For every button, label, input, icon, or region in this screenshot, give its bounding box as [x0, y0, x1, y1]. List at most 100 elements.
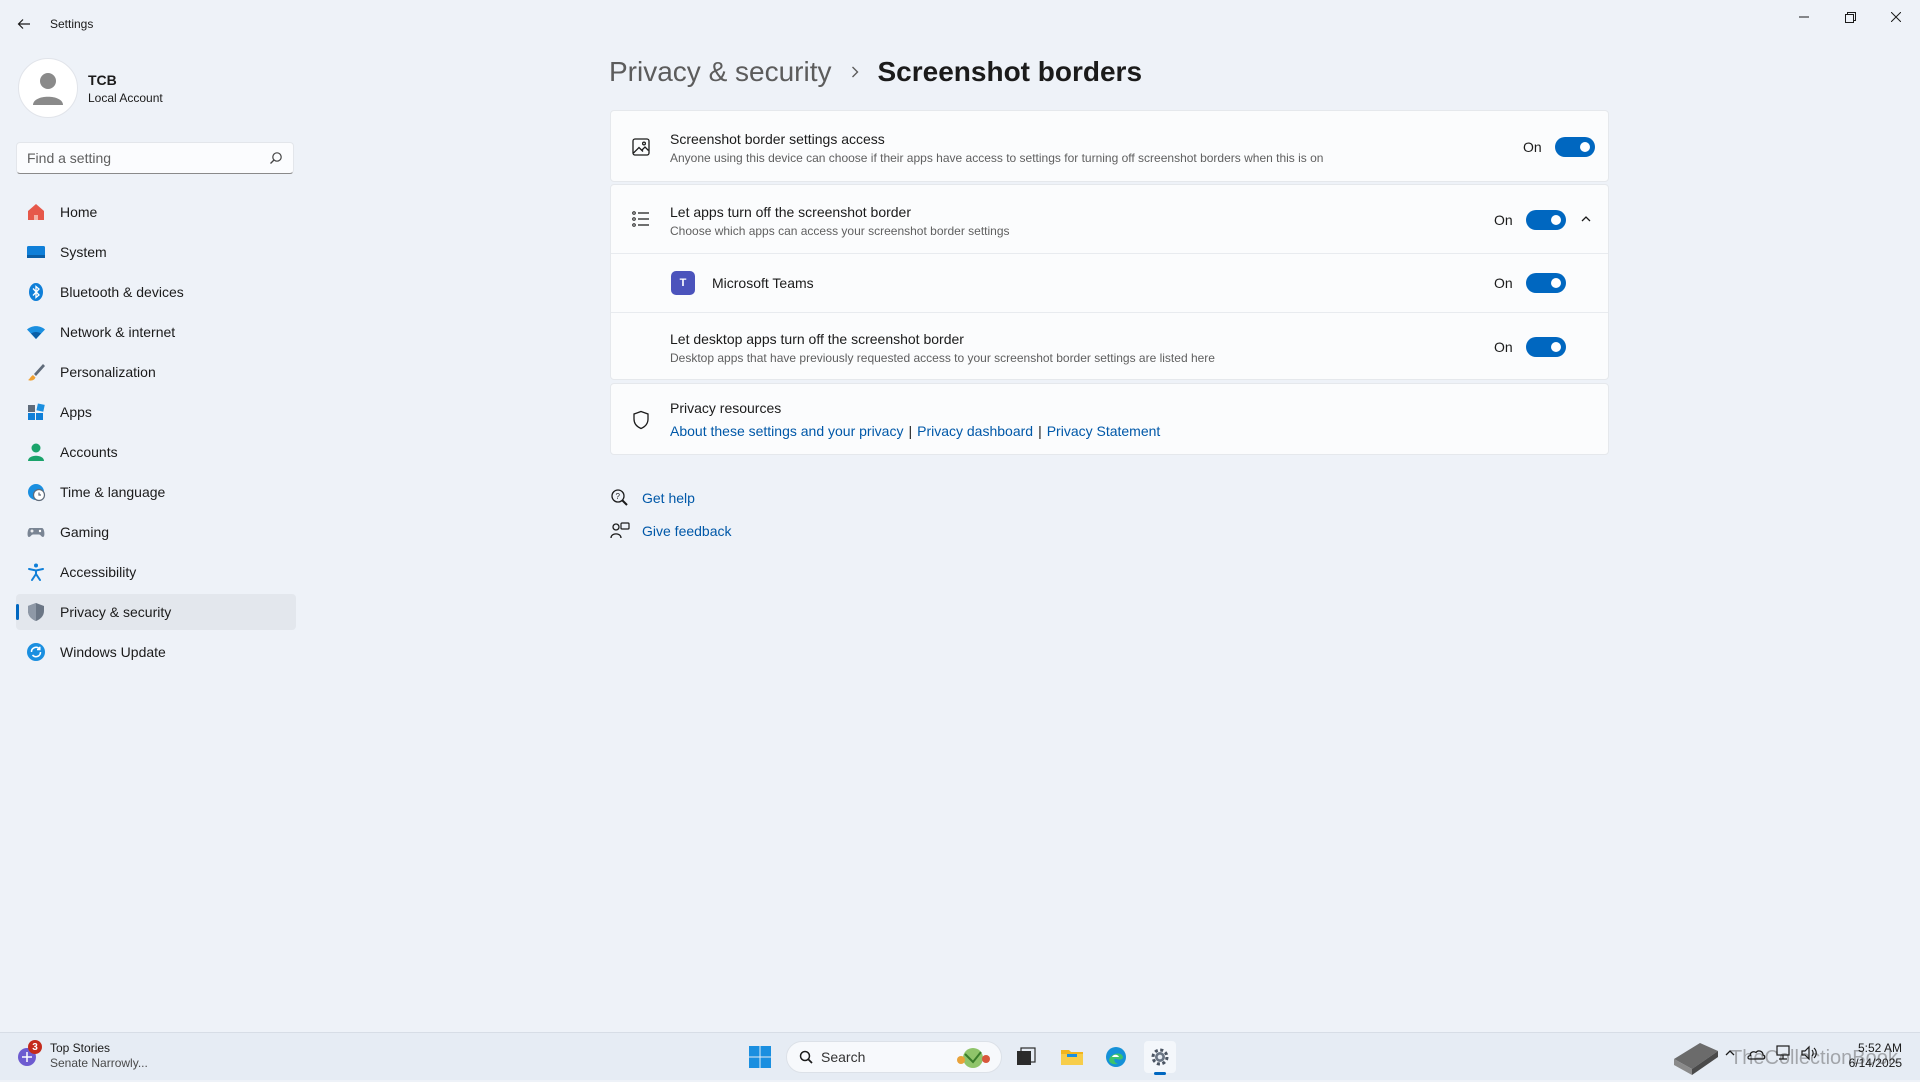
wifi-icon	[26, 322, 46, 342]
give-feedback-link[interactable]: Give feedback	[642, 523, 732, 539]
onedrive-icon[interactable]	[1746, 1046, 1766, 1060]
task-view-icon	[1017, 1047, 1036, 1065]
sidebar-item-bluetooth[interactable]: Bluetooth & devices	[16, 274, 296, 310]
person-icon	[26, 442, 46, 462]
app-title: Settings	[50, 17, 94, 31]
let-apps-card: Let apps turn off the screenshot border …	[610, 184, 1609, 380]
microsoft-teams-icon: T	[671, 271, 695, 295]
clock[interactable]: 5:52 AM 6/14/2025	[1840, 1041, 1902, 1071]
back-arrow-icon	[17, 19, 30, 29]
windows-logo-icon	[749, 1046, 771, 1068]
let-apps-row[interactable]: Let apps turn off the screenshot border …	[611, 185, 1608, 253]
bluetooth-icon	[26, 282, 46, 302]
settings-taskbar-button[interactable]	[1144, 1041, 1176, 1075]
privacy-about-link[interactable]: About these settings and your privacy	[670, 423, 903, 439]
sidebar-item-windows-update[interactable]: Windows Update	[16, 634, 296, 670]
microsoft-teams-toggle[interactable]	[1526, 273, 1566, 293]
sidebar-item-time-language[interactable]: Time & language	[16, 474, 296, 510]
sidebar-item-label: Gaming	[60, 524, 110, 540]
edge-icon	[1106, 1047, 1126, 1067]
privacy-dashboard-link[interactable]: Privacy dashboard	[917, 423, 1033, 439]
chevron-up-icon[interactable]	[1724, 1047, 1736, 1059]
back-button[interactable]	[12, 12, 36, 36]
edge-button[interactable]	[1100, 1041, 1132, 1073]
sidebar-item-label: Time & language	[60, 484, 166, 500]
app-name: Microsoft Teams	[712, 275, 814, 291]
privacy-resources-title: Privacy resources	[670, 400, 782, 416]
file-explorer-button[interactable]	[1056, 1041, 1088, 1073]
privacy-statement-link[interactable]: Privacy Statement	[1047, 423, 1161, 439]
desktop-apps-row: Let desktop apps turn off the screenshot…	[611, 313, 1608, 379]
privacy-resources-card: Privacy resources About these settings a…	[610, 383, 1609, 455]
sidebar-item-privacy-security[interactable]: Privacy & security	[16, 594, 296, 630]
news-icon: 3	[16, 1040, 42, 1068]
restore-button[interactable]	[1828, 4, 1872, 30]
get-help-row[interactable]: ? Get help	[610, 488, 695, 508]
sidebar-item-apps[interactable]: Apps	[16, 394, 296, 430]
search-input[interactable]	[17, 143, 267, 173]
sidebar-item-home[interactable]: Home	[16, 194, 296, 230]
clock-globe-icon	[26, 482, 46, 502]
sidebar-item-gaming[interactable]: Gaming	[16, 514, 296, 550]
search-highlight-icon	[957, 1048, 990, 1068]
update-icon	[26, 642, 46, 662]
screenshot-border-access-toggle[interactable]	[1555, 137, 1595, 157]
teams-row: T Microsoft Teams On	[611, 254, 1608, 312]
sidebar-item-system[interactable]: System	[16, 234, 296, 270]
shield-icon	[26, 602, 46, 622]
sidebar-item-accounts[interactable]: Accounts	[16, 434, 296, 470]
news-title: Top Stories	[50, 1041, 111, 1055]
link-separator: |	[1038, 423, 1042, 439]
news-widget[interactable]: 3 Top Stories Senate Narrowly...	[16, 1040, 148, 1071]
network-icon[interactable]	[1774, 1045, 1792, 1061]
sidebar-item-label: Privacy & security	[60, 604, 172, 620]
breadcrumb-parent-link[interactable]: Privacy & security	[609, 56, 832, 88]
volume-icon[interactable]	[1800, 1045, 1818, 1061]
give-feedback-row[interactable]: Give feedback	[610, 521, 732, 541]
chevron-right-icon	[850, 65, 860, 79]
home-icon	[26, 202, 46, 222]
account-type: Local Account	[88, 90, 163, 105]
start-button[interactable]	[744, 1041, 776, 1073]
toggle-state-label: On	[1494, 275, 1513, 291]
apps-icon	[26, 402, 46, 422]
brush-icon	[26, 362, 46, 382]
setting-title: Let apps turn off the screenshot border	[670, 204, 912, 220]
desktop-apps-toggle[interactable]	[1526, 337, 1566, 357]
page-title: Screenshot borders	[877, 56, 1143, 87]
clock-time: 5:52 AM	[1857, 1041, 1902, 1055]
notification-badge: 3	[28, 1040, 42, 1054]
gear-icon	[1151, 1048, 1169, 1066]
settings-search[interactable]	[16, 142, 294, 174]
book-watermark-icon	[1668, 1037, 1724, 1082]
sidebar-item-label: Home	[60, 204, 98, 220]
minimize-button[interactable]	[1782, 4, 1826, 30]
chevron-up-icon[interactable]	[1580, 212, 1592, 230]
sidebar-item-network[interactable]: Network & internet	[16, 314, 296, 350]
sidebar-item-label: Bluetooth & devices	[60, 284, 184, 300]
let-apps-toggle[interactable]	[1526, 210, 1566, 230]
avatar	[18, 58, 78, 118]
taskbar: 3 Top Stories Senate Narrowly... Search …	[0, 1032, 1920, 1080]
close-button[interactable]	[1874, 4, 1918, 30]
sidebar-item-accessibility[interactable]: Accessibility	[16, 554, 296, 590]
minimize-icon	[1799, 16, 1809, 18]
clock-date: 6/14/2025	[1848, 1056, 1902, 1070]
taskbar-search[interactable]: Search	[786, 1041, 1002, 1073]
search-icon[interactable]	[269, 151, 283, 165]
get-help-link[interactable]: Get help	[642, 490, 695, 506]
sidebar-nav: Home System Bluetooth & devices Network …	[16, 194, 296, 674]
search-icon	[799, 1050, 813, 1064]
task-view-button[interactable]	[1010, 1041, 1042, 1073]
setting-description: Desktop apps that have previously reques…	[670, 351, 1215, 365]
help-chat-icon: ?	[610, 488, 630, 508]
setting-title: Let desktop apps turn off the screenshot…	[670, 331, 964, 347]
breadcrumb: Privacy & security Screenshot borders	[609, 56, 1142, 88]
screenshot-border-access-card: Screenshot border settings access Anyone…	[610, 110, 1609, 182]
system-tray	[1724, 1045, 1818, 1061]
user-profile[interactable]: TCB Local Account	[18, 58, 163, 118]
sidebar-item-label: Apps	[60, 404, 92, 420]
sidebar-item-personalization[interactable]: Personalization	[16, 354, 296, 390]
folder-icon	[1061, 1050, 1083, 1065]
sidebar-item-label: Network & internet	[60, 324, 176, 340]
